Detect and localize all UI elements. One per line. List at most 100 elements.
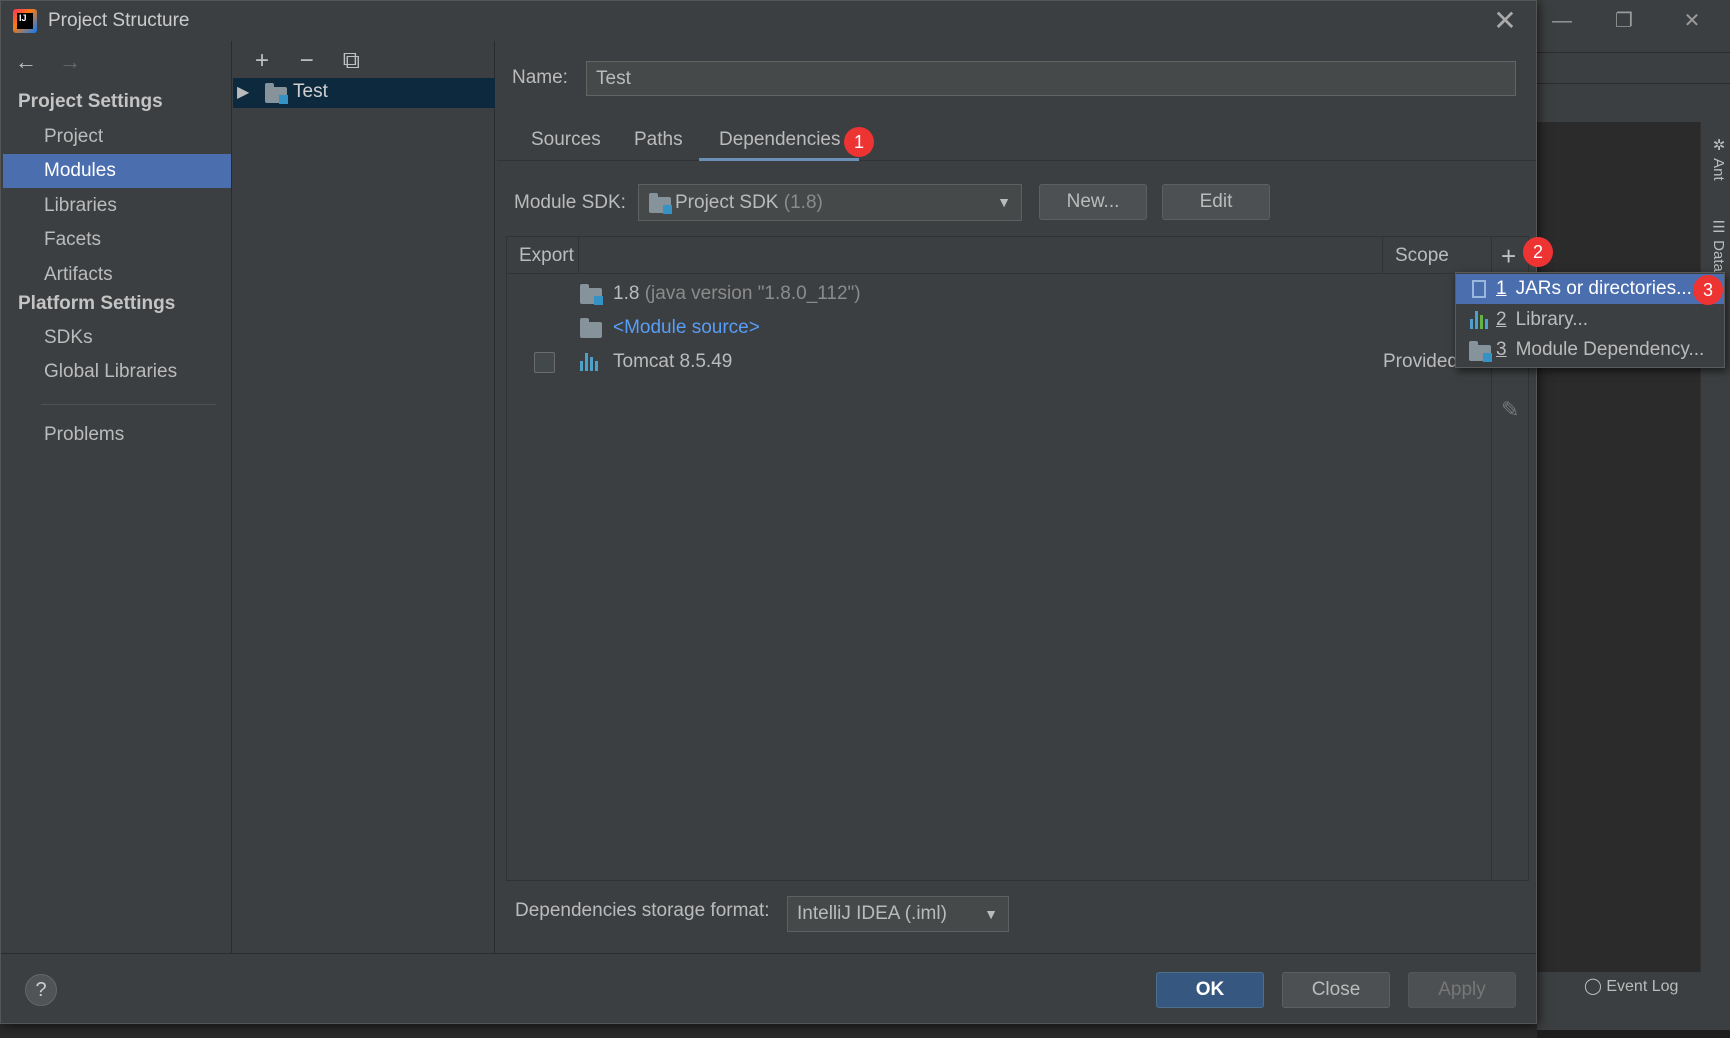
nav-item-facets[interactable]: Facets [3,223,231,257]
help-icon[interactable]: ? [25,974,57,1006]
dependency-scope[interactable]: Provided [1383,345,1458,378]
table-row[interactable]: Tomcat 8.5.49 Provided [507,345,1491,378]
menu-item-jars-or-directories[interactable]: 1 JARs or directories... [1456,274,1724,304]
col-export[interactable]: Export [507,237,579,274]
chevron-down-icon: ▼ [984,906,998,922]
dependency-name: Tomcat 8.5.49 [613,351,733,372]
remove-module-icon[interactable]: − [288,47,326,75]
add-module-icon[interactable]: + [243,47,281,75]
platform-settings-header: Platform Settings [18,293,176,314]
add-dependency-popup: 1 JARs or directories... 2 Library... 3 Mod… [1455,272,1725,368]
background-statusbar [1537,1030,1730,1038]
jar-icon [1470,280,1490,298]
nav-item-artifacts[interactable]: Artifacts [3,258,231,292]
jdk-folder-icon [580,284,603,305]
dependency-name: <Module source> [613,317,760,338]
expand-triangle-icon[interactable]: ▶ [237,82,249,102]
menu-item-module-dependency[interactable]: 3 Module Dependency... [1456,335,1724,365]
module-sdk-select[interactable]: Project SDK (1.8) ▼ [638,184,1022,221]
sdk-folder-icon [649,193,672,214]
module-content-panel: Name: Test Sources Paths Dependencies 1 … [497,41,1536,953]
module-name-input[interactable]: Test [586,61,1516,96]
background-ide-window: — ❐ ✕ ✲ Ant ☰ Data ◯ Event Log [1537,0,1730,1038]
right-tool-strip: ✲ Ant ☰ Data [1700,122,1730,972]
background-toolbar [1537,52,1730,84]
close-icon[interactable]: ✕ [1489,5,1521,37]
col-name[interactable] [579,237,1383,274]
ant-tab-label: Ant [1710,158,1727,181]
table-row[interactable]: <Module source> [507,311,1491,344]
tree-row-test-module[interactable]: ▶ Test [233,78,495,108]
module-sdk-label: Module SDK: [514,192,626,213]
minimize-icon[interactable]: — [1547,8,1577,34]
copy-module-icon[interactable]: ⧉ [332,47,370,75]
edit-sdk-button[interactable]: Edit [1162,184,1270,220]
module-source-folder-icon [580,318,602,338]
back-arrow-icon[interactable]: ← [15,49,37,74]
export-checkbox[interactable] [534,352,555,373]
dependency-detail: (java version "1.8.0_112") [644,283,861,304]
sdk-version: (1.8) [783,192,823,213]
close-button[interactable]: Close [1282,972,1390,1008]
storage-format-value: IntelliJ IDEA (.iml) [797,903,947,924]
database-tool-tab[interactable]: ☰ Data [1705,218,1727,272]
nav-divider [41,404,216,405]
project-structure-dialog: IJ Project Structure ✕ ← → Project Setti… [0,0,1537,1024]
menu-item-number: 1 [1496,278,1507,299]
storage-format-label: Dependencies storage format: [515,900,770,921]
nav-item-problems[interactable]: Problems [3,418,231,452]
library-icon [1470,311,1490,329]
add-dependency-icon[interactable]: + [1501,241,1516,272]
database-tab-label: Data [1710,240,1727,272]
ant-icon: ✲ [1710,136,1727,154]
storage-format-select[interactable]: IntelliJ IDEA (.iml) ▼ [787,896,1009,932]
chevron-down-icon: ▼ [997,194,1011,210]
tab-sources[interactable]: Sources [531,129,601,151]
window-close-icon[interactable]: ✕ [1677,8,1707,34]
ant-tool-tab[interactable]: ✲ Ant [1705,136,1727,181]
module-tree-panel: + − ⧉ ▶ Test [233,41,495,953]
settings-nav: ← → Project Settings Project Modules Lib… [1,41,232,953]
tab-paths[interactable]: Paths [634,129,683,151]
sdk-value: Project SDK [675,192,779,213]
database-icon: ☰ [1710,218,1727,236]
edit-pencil-icon[interactable]: ✎ [1501,397,1519,423]
name-label: Name: [512,67,568,88]
forward-arrow-icon[interactable]: → [59,49,81,74]
dialog-title: Project Structure [48,10,190,31]
dependency-name: 1.8 [613,283,640,304]
dependencies-table: Export Scope 1.8 (java version "1.8.0_11… [506,236,1529,881]
nav-arrows: ← → [15,49,97,75]
module-folder-icon [265,83,288,104]
nav-item-global-libraries[interactable]: Global Libraries [3,355,231,389]
background-editor [1537,122,1700,972]
event-log-label: Event Log [1606,978,1679,995]
tab-dependencies[interactable]: Dependencies [719,129,840,151]
dialog-footer: ? OK Close Apply [1,953,1536,1023]
intellij-logo-icon: IJ [13,9,37,33]
dialog-titlebar: IJ Project Structure ✕ [1,1,1536,41]
module-tree-label: Test [293,81,328,102]
col-scope[interactable]: Scope [1383,237,1491,274]
nav-item-project[interactable]: Project [3,120,231,154]
menu-item-label: Library... [1515,309,1589,330]
menu-item-number: 2 [1496,309,1507,330]
menu-item-number: 3 [1496,339,1507,360]
nav-item-libraries[interactable]: Libraries [3,189,231,223]
menu-item-library[interactable]: 2 Library... [1456,305,1724,335]
step-badge-1: 1 [844,127,874,157]
restore-icon[interactable]: ❐ [1609,8,1639,34]
step-badge-2: 2 [1523,237,1553,267]
menu-item-label: Module Dependency... [1515,339,1705,360]
ok-button[interactable]: OK [1156,972,1264,1008]
step-badge-3: 3 [1693,275,1723,305]
nav-item-modules[interactable]: Modules [3,154,231,188]
menu-item-label: JARs or directories... [1515,278,1692,299]
new-sdk-button[interactable]: New... [1039,184,1147,220]
table-row[interactable]: 1.8 (java version "1.8.0_112") [507,277,1491,310]
nav-item-sdks[interactable]: SDKs [3,321,231,355]
tree-toolbar: + − ⧉ [243,47,370,75]
event-log-button[interactable]: ◯ Event Log [1584,976,1678,996]
apply-button[interactable]: Apply [1408,972,1516,1008]
event-log-icon: ◯ [1584,978,1602,995]
